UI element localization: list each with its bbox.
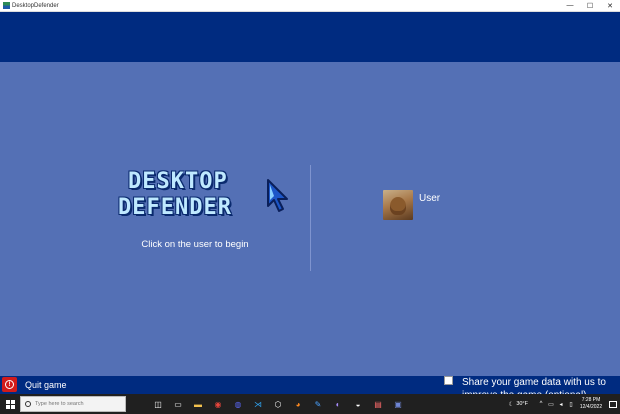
clock-date: 12/4/2022 [579,404,603,410]
user-name[interactable]: User [419,193,440,204]
clock-time: 7:28 PM [581,397,601,403]
github-icon[interactable]: ◐ [328,394,348,414]
taskbar-search-input[interactable] [35,401,115,407]
share-data-checkbox[interactable] [444,376,453,385]
weather-temp[interactable]: 30°F [516,401,528,407]
power-icon[interactable]: ! [2,377,17,392]
network-icon[interactable]: ▭ [546,401,556,408]
paint-icon[interactable]: ✎ [308,394,328,414]
vscode-icon[interactable]: ⋊ [248,394,268,414]
terminal-icon[interactable]: ▭ [168,394,188,414]
weather-icon[interactable]: ☾ [506,401,516,408]
speaker-icon[interactable]: ◂ [556,401,566,408]
file-explorer-icon[interactable]: ▬ [188,394,208,414]
unity-icon[interactable]: ⬡ [268,394,288,414]
bottom-bar: ! Quit game Share your game data with us… [0,376,620,401]
discord-icon[interactable]: ◍ [228,394,248,414]
taskbar-search[interactable] [20,396,126,412]
system-tray: ☾ 30°F ^ ▭ ◂ ▯ 7:28 PM 12/4/2022 [506,397,620,411]
app-icon[interactable]: ▤ [368,394,388,414]
divider [310,165,311,271]
logo-line-1: DESKTOP [128,169,228,194]
chrome-icon[interactable]: ◉ [208,394,228,414]
window-title: DesktopDefender [12,2,59,9]
maximize-button[interactable]: ☐ [580,0,600,12]
firefox-icon[interactable]: ◕ [288,394,308,414]
edge-icon[interactable]: ◒ [348,394,368,414]
game-icon[interactable]: ▣ [388,394,408,414]
mouse-cursor-icon [267,179,288,212]
task-view-icon[interactable]: ◫ [148,394,168,414]
avatar[interactable] [383,190,413,220]
notification-icon[interactable] [606,400,620,408]
start-button[interactable] [0,394,20,414]
close-button[interactable]: ✕ [600,0,620,12]
quit-label[interactable]: Quit game [25,380,67,390]
battery-icon[interactable]: ▯ [566,401,576,408]
windows-logo-icon [5,399,15,409]
user-tile[interactable]: User [383,190,440,222]
minimize-button[interactable]: — [560,0,580,12]
chevron-up-icon[interactable]: ^ [536,401,546,407]
quit-button[interactable]: ! Quit game [2,377,67,392]
clock[interactable]: 7:28 PM 12/4/2022 [576,397,606,411]
pinned-apps: ◫ ▭ ▬ ◉ ◍ ⋊ ⬡ ◕ ✎ ◐ ◒ ▤ ▣ [148,394,408,414]
taskbar: ◫▭▬◉◍⋊⬡◕✎◐◒▤▣ ☾ 30°F ^ ▭ ◂ ▯ 7:28 PM 12/… [0,394,620,414]
header-band [0,12,620,62]
title-bar: DesktopDefender — ☐ ✕ [0,0,620,12]
begin-hint: Click on the user to begin [141,239,249,250]
app-icon [3,2,10,9]
search-icon [25,401,31,407]
logo-line-2: DEFENDER [118,195,232,220]
